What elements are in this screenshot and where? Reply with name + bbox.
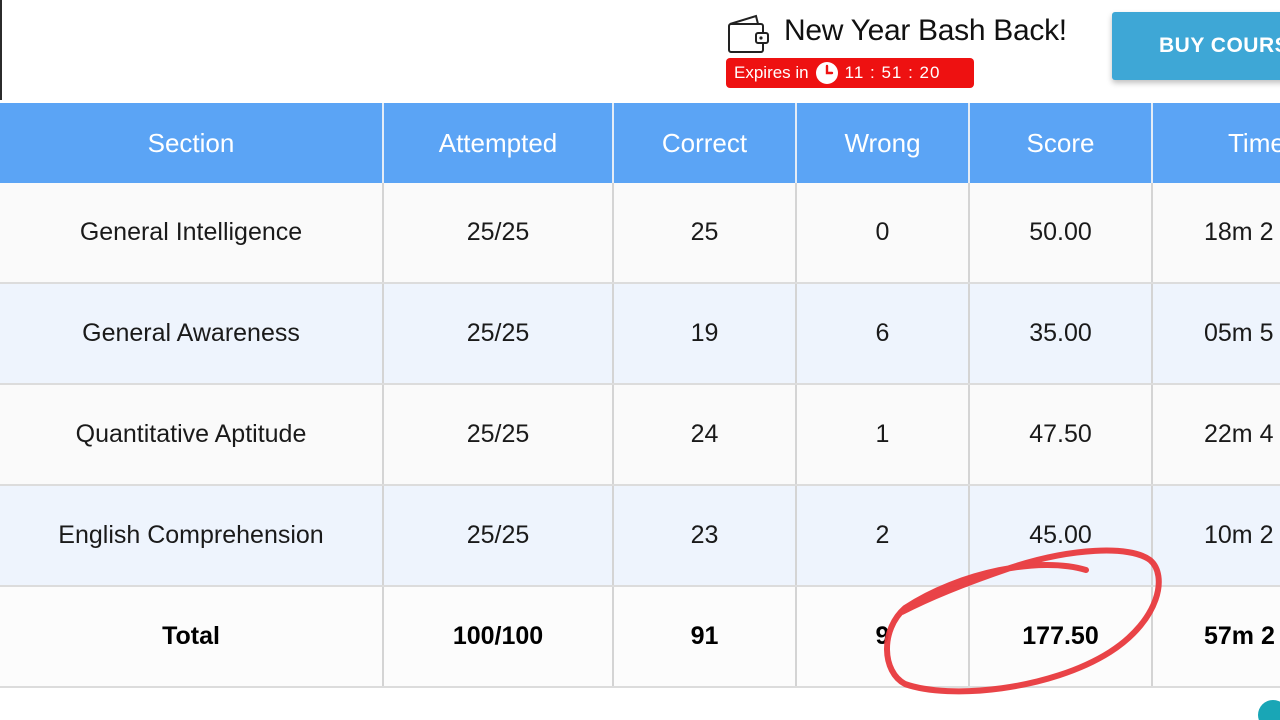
buy-course-button[interactable]: BUY COURSE [1112, 12, 1280, 80]
correct-value: 24 [613, 384, 797, 486]
section-name: General Intelligence [0, 183, 384, 284]
score-value: 45.00 [969, 485, 1153, 587]
section-name: Quantitative Aptitude [0, 384, 384, 486]
correct-value: 19 [613, 283, 797, 385]
section-name: English Comprehension [0, 485, 384, 587]
section-name: General Awareness [0, 283, 384, 385]
promo-title: New Year Bash Back! [784, 14, 1067, 47]
expires-label: Expires in [734, 63, 809, 82]
column-header-correct[interactable]: Correct [613, 103, 797, 183]
page-footer-space [0, 688, 1280, 720]
table-header-row: Section Attempted Correct Wrong Score Ti… [0, 103, 1280, 183]
column-header-time[interactable]: Time [1152, 103, 1280, 183]
total-label: Total [0, 586, 384, 688]
attempted-value: 25/25 [383, 183, 614, 284]
time-value: 10m 2 [1152, 485, 1280, 587]
clock-icon [815, 61, 839, 85]
column-header-attempted[interactable]: Attempted [383, 103, 614, 183]
time-value: 05m 5 [1152, 283, 1280, 385]
total-row: Total 100/100 91 9 177.50 57m 2 [0, 586, 1280, 688]
table-row: English Comprehension 25/25 23 2 45.00 1… [0, 485, 1280, 587]
attempted-value: 25/25 [383, 384, 614, 486]
wrong-value: 2 [796, 485, 970, 587]
score-value: 35.00 [969, 283, 1153, 385]
total-wrong: 9 [796, 586, 970, 688]
table-row: General Awareness 25/25 19 6 35.00 05m 5 [0, 283, 1280, 385]
table-row: General Intelligence 25/25 25 0 50.00 18… [0, 183, 1280, 284]
table-row: Quantitative Aptitude 25/25 24 1 47.50 2… [0, 384, 1280, 486]
attempted-value: 25/25 [383, 283, 614, 385]
expires-badge: Expires in 11 : 51 : 20 [726, 58, 974, 88]
total-time: 57m 2 [1152, 586, 1280, 688]
result-page: New Year Bash Back! Expires in 11 : 51 :… [0, 0, 1280, 720]
window-edge [0, 0, 2, 100]
wrong-value: 6 [796, 283, 970, 385]
total-attempted: 100/100 [383, 586, 614, 688]
column-header-wrong[interactable]: Wrong [796, 103, 970, 183]
correct-value: 23 [613, 485, 797, 587]
correct-value: 25 [613, 183, 797, 284]
floating-action-icon[interactable] [1258, 700, 1280, 720]
column-header-score[interactable]: Score [969, 103, 1153, 183]
time-value: 22m 4 [1152, 384, 1280, 486]
total-correct: 91 [613, 586, 797, 688]
attempted-value: 25/25 [383, 485, 614, 587]
wrong-value: 0 [796, 183, 970, 284]
score-value: 47.50 [969, 384, 1153, 486]
results-table: Section Attempted Correct Wrong Score Ti… [0, 103, 1280, 688]
score-value: 50.00 [969, 183, 1153, 284]
total-score: 177.50 [969, 586, 1153, 688]
promo-banner: New Year Bash Back! Expires in 11 : 51 :… [724, 10, 1084, 92]
wallet-icon [726, 12, 770, 56]
time-value: 18m 2 [1152, 183, 1280, 284]
wrong-value: 1 [796, 384, 970, 486]
countdown-timer: 11 : 51 : 20 [844, 63, 941, 82]
column-header-section[interactable]: Section [0, 103, 384, 183]
